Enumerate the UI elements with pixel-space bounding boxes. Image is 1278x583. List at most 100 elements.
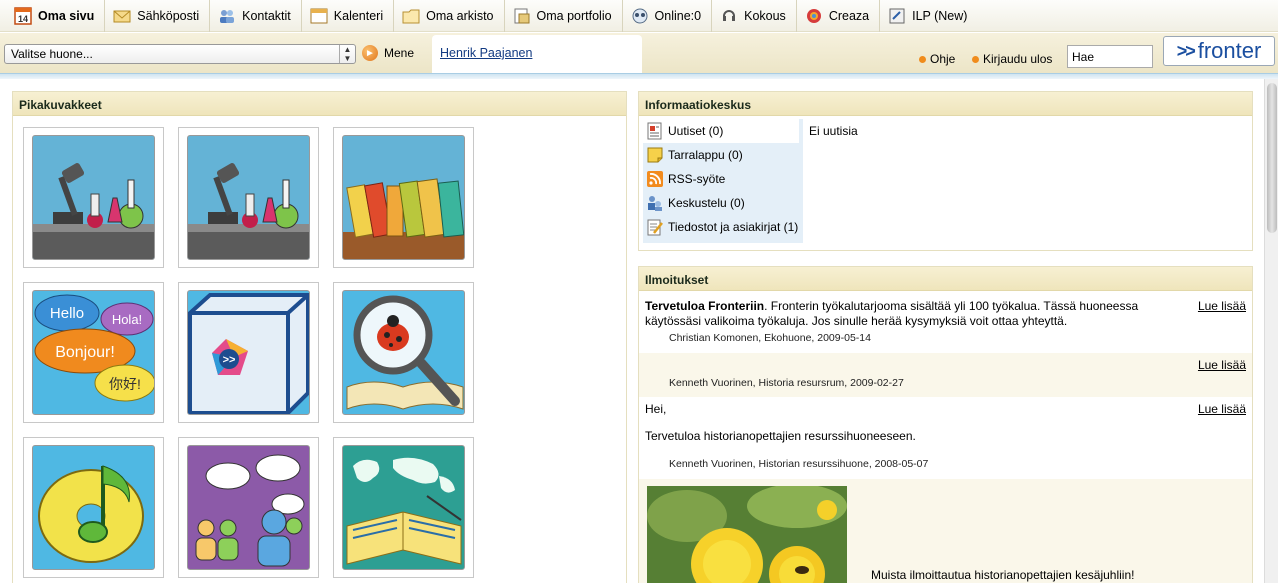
select-arrows-icon: ▲ ▼ [339, 45, 355, 63]
svg-text:>>: >> [223, 354, 236, 366]
microscope-icon [32, 135, 155, 260]
room-select[interactable]: Valitse huone... ▲ ▼ [4, 44, 356, 64]
notices-panel: Ilmoitukset Tervetuloa Fronteriin. Front… [638, 266, 1253, 583]
ilp-icon [888, 7, 906, 25]
notice-item: Lue lisää Kenneth Vuorinen, Historia res… [639, 353, 1252, 397]
no-news-text: Ei uutisia [809, 124, 858, 138]
search-input[interactable] [1067, 45, 1153, 68]
scrollbar[interactable] [1264, 79, 1278, 583]
discussion-icon [646, 194, 664, 212]
nav-sahkoposti[interactable]: Sähköposti [113, 0, 211, 32]
fronter-box-icon: >> [187, 290, 310, 415]
nav-ilp[interactable]: ILP (New) [888, 0, 977, 32]
ladybug-magnifier-tile[interactable] [333, 282, 474, 423]
info-item-documents[interactable]: Tiedostot ja asiakirjat (1) [643, 215, 803, 239]
info-label: Tiedostot ja asiakirjat (1) [668, 220, 799, 234]
nav-oma-portfolio[interactable]: Oma portfolio [513, 0, 623, 32]
info-list: Uutiset (0) Tarralappu (0) RSS-syöte Kes… [643, 119, 803, 243]
music-disc-tile[interactable] [23, 437, 164, 578]
read-more-link[interactable]: Lue lisää [1198, 402, 1246, 416]
notice-item: Muista ilmoittautua historianopettajien … [639, 479, 1252, 583]
meeting-icon [720, 7, 738, 25]
nav-kontaktit[interactable]: Kontaktit [218, 0, 302, 32]
room-select-value: Valitse huone... [11, 47, 93, 61]
nav-online[interactable]: Online:0 [631, 0, 713, 32]
notice-item: Hei, Lue lisää Tervetuloa historianopett… [639, 397, 1252, 479]
notice-meta: Kenneth Vuorinen, Historian resurssihuon… [669, 458, 929, 470]
microscope-lab-tile[interactable] [23, 127, 164, 268]
scrollbar-thumb[interactable] [1267, 83, 1277, 233]
bullet-icon [919, 55, 926, 63]
sticky-note-icon [646, 146, 664, 164]
discussion-people-tile[interactable] [178, 437, 319, 578]
notice-greeting: Hei, [645, 402, 667, 416]
portfolio-icon [513, 7, 531, 25]
music-disc-icon [32, 445, 155, 570]
info-label: Tarralappu (0) [668, 148, 743, 162]
header-divider [0, 73, 1278, 79]
notice-body-text: Tervetuloa historianopettajien resurssih… [645, 429, 916, 443]
nav-oma-arkisto[interactable]: Oma arkisto [402, 0, 505, 32]
rss-icon [646, 170, 664, 188]
info-label: Uutiset (0) [668, 124, 724, 138]
nav-oma-sivu[interactable]: 14 Oma sivu [14, 0, 106, 32]
nav-label: Online:0 [654, 8, 702, 23]
speech-bubbles-icon: Hello Hola! Bonjour! 你好! [32, 290, 155, 415]
read-more-link[interactable]: Lue lisää [1198, 299, 1246, 313]
panel-title: Informaatiokeskus [639, 92, 1252, 116]
info-item-news[interactable]: Uutiset (0) [643, 119, 799, 143]
panel-title: Pikakuvakkeet [13, 92, 626, 116]
notice-item: Tervetuloa Fronteriin. Fronterin työkalu… [639, 292, 1252, 353]
info-item-sticky[interactable]: Tarralappu (0) [643, 143, 803, 167]
notice-body-text: Muista ilmoittautua historianopettajien … [871, 568, 1135, 582]
help-link[interactable]: Ohje [919, 52, 955, 66]
documents-icon [646, 218, 664, 236]
toolbar: Valitse huone... ▲ ▼ ► Mene Henrik Paajan… [0, 33, 1278, 73]
user-name-link[interactable]: Henrik Paajanen [440, 46, 532, 60]
nav-creaza[interactable]: Creaza [805, 0, 881, 32]
information-center-panel: Informaatiokeskus Uutiset (0) Tarralappu… [638, 91, 1253, 251]
read-more-link[interactable]: Lue lisää [1198, 358, 1246, 372]
nav-kalenteri[interactable]: Kalenteri [310, 0, 395, 32]
books-icon [342, 135, 465, 260]
fronter-box-tile[interactable]: >> [178, 282, 319, 423]
mail-icon [113, 7, 131, 25]
arrow-right-icon: ► [362, 45, 378, 61]
top-navigation: 14 Oma sivu Sähköposti Kontaktit Kalente… [0, 0, 1278, 32]
notice-bold-text: Tervetuloa Fronteriin [645, 299, 765, 313]
bullet-icon [972, 55, 979, 63]
microscope-icon [187, 135, 310, 260]
svg-text:14: 14 [18, 14, 28, 24]
calendar-day-icon: 14 [14, 6, 32, 25]
nav-label: Oma sivu [38, 8, 95, 23]
world-map-book-tile[interactable] [333, 437, 474, 578]
nav-label: ILP (New) [912, 8, 968, 23]
help-label: Ohje [930, 52, 956, 66]
svg-text:Hello: Hello [50, 305, 84, 322]
fronter-logo[interactable]: >> fronter [1163, 36, 1275, 66]
info-item-rss[interactable]: RSS-syöte [643, 167, 803, 191]
notice-text: Tervetuloa Fronteriin. Fronterin työkalu… [645, 299, 1185, 329]
info-item-discussion[interactable]: Keskustelu (0) [643, 191, 803, 215]
info-label: RSS-syöte [668, 172, 726, 186]
notice-meta: Christian Komonen, Ekohuone, 2009-05-14 [669, 332, 871, 344]
notice-meta: Kenneth Vuorinen, Historia resursrum, 20… [669, 377, 904, 389]
svg-text:Hola!: Hola! [112, 312, 142, 327]
nav-label: Kontaktit [242, 8, 291, 23]
nav-label: Kalenteri [333, 8, 384, 23]
languages-tile[interactable]: Hello Hola! Bonjour! 你好! [23, 282, 164, 423]
books-tile[interactable] [333, 127, 474, 268]
dandelion-bee-photo [647, 486, 847, 583]
svg-text:你好!: 你好! [109, 376, 141, 392]
panel-title: Ilmoitukset [639, 267, 1252, 291]
nav-kokous[interactable]: Kokous [720, 0, 797, 32]
logo-text: fronter [1197, 38, 1262, 63]
nav-label: Oma arkisto [426, 8, 494, 23]
nav-label: Oma portfolio [536, 8, 612, 23]
go-button[interactable]: ► Mene [362, 45, 414, 61]
logout-label: Kirjaudu ulos [983, 52, 1053, 66]
online-icon [631, 7, 649, 25]
logout-link[interactable]: Kirjaudu ulos [972, 52, 1052, 66]
contacts-icon [218, 7, 236, 25]
microscope-lab-tile-2[interactable] [178, 127, 319, 268]
